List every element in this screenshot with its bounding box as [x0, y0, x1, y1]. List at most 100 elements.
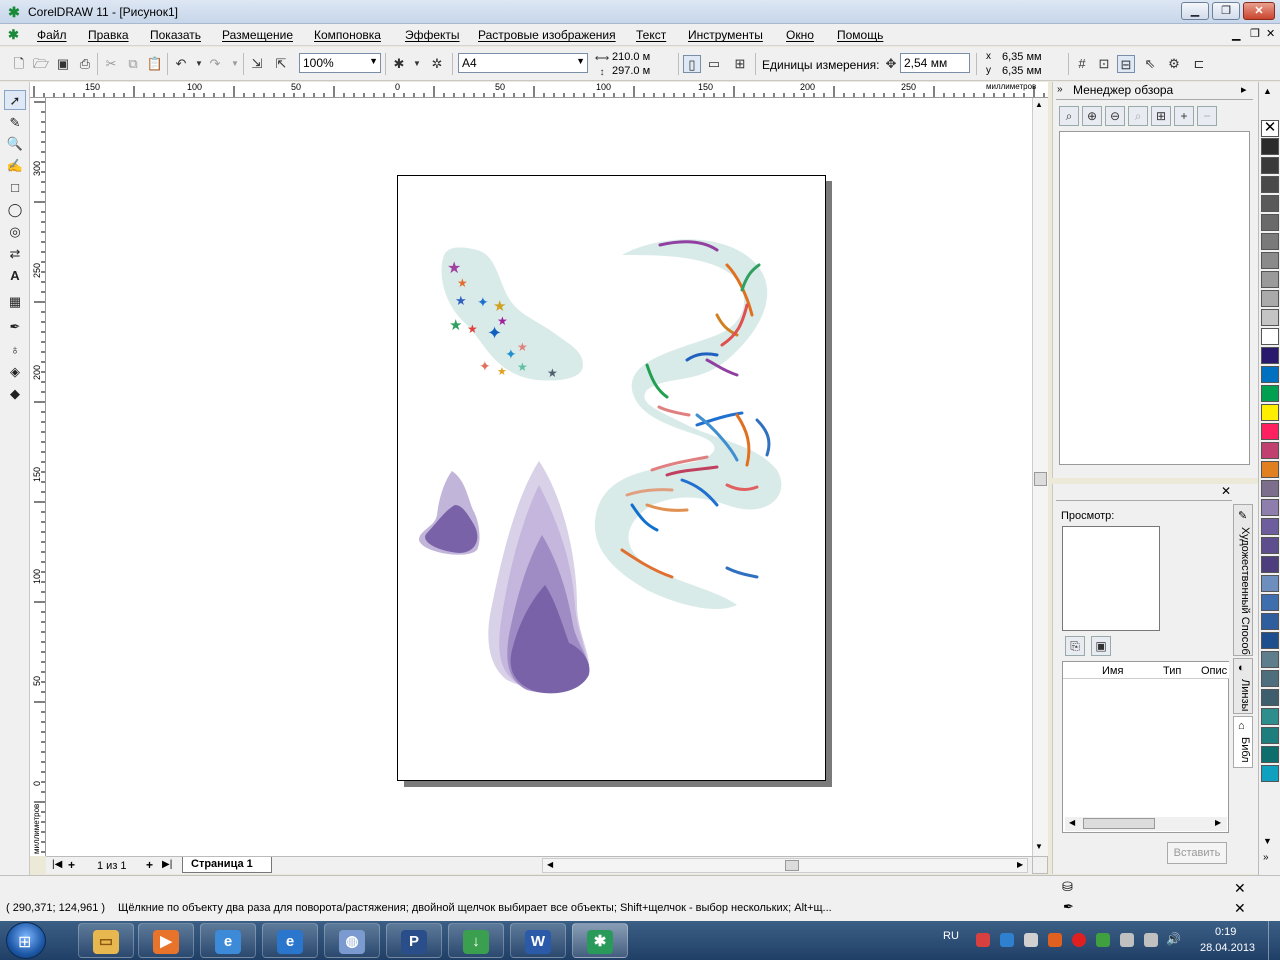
menu-bitmaps[interactable]: Растровые изображения: [478, 28, 616, 42]
docker-menu-icon[interactable]: ▸: [1241, 83, 1247, 96]
last-page-icon[interactable]: ▶|: [162, 859, 172, 870]
outline-tool-icon[interactable]: ♁: [4, 340, 26, 360]
color-swatch[interactable]: [1261, 613, 1279, 630]
paste-icon[interactable]: 📋: [146, 55, 164, 73]
interactive-blend-tool-icon[interactable]: ▦: [4, 292, 26, 312]
navigator-corner[interactable]: [1032, 856, 1048, 874]
spiral-tool-icon[interactable]: ◎: [4, 222, 26, 242]
horizontal-ruler[interactable]: 150 100 50 0 50 100 150 200 250 миллимет…: [30, 82, 1048, 98]
taskbar-shield-app[interactable]: P: [386, 923, 442, 958]
taskbar-internet-explorer-2[interactable]: e: [262, 923, 318, 958]
palette-scroll-down-icon[interactable]: ▼: [1263, 836, 1272, 846]
snake-brush-stroke[interactable]: [594, 239, 782, 610]
color-swatch[interactable]: [1261, 632, 1279, 649]
taskbar-internet-explorer[interactable]: e: [200, 923, 256, 958]
add-page-after-icon[interactable]: +: [146, 858, 153, 872]
scroll-right-icon[interactable]: ▶: [1215, 818, 1221, 827]
menu-file[interactable]: Файл: [37, 28, 67, 42]
ellipse-tool-icon[interactable]: ◯: [4, 200, 26, 220]
close-icon[interactable]: ✕: [1221, 484, 1231, 498]
no-fill-swatch[interactable]: ✕: [1261, 120, 1279, 137]
color-swatch[interactable]: [1261, 423, 1279, 440]
color-swatch[interactable]: [1261, 480, 1279, 497]
vertical-scroll-thumb[interactable]: [1034, 472, 1047, 486]
application-launcher-icon[interactable]: ✱: [390, 55, 408, 73]
stroke-list-scroll-thumb[interactable]: [1083, 818, 1155, 829]
taskbar-download-app[interactable]: ↓: [448, 923, 504, 958]
portrait-icon[interactable]: ▯: [683, 55, 701, 73]
save-icon[interactable]: ▣: [54, 55, 72, 73]
column-type[interactable]: Тип: [1163, 665, 1181, 677]
taskbar-coreldraw[interactable]: ✱: [572, 923, 628, 958]
color-swatch[interactable]: [1261, 689, 1279, 706]
view-list[interactable]: [1059, 131, 1250, 465]
color-swatch[interactable]: [1261, 404, 1279, 421]
treat-as-filled-icon[interactable]: ⇖: [1141, 55, 1159, 73]
restore-button[interactable]: ❐: [1212, 2, 1240, 20]
color-swatch[interactable]: [1261, 138, 1279, 155]
add-view-icon[interactable]: +: [1174, 106, 1194, 126]
stroke-list[interactable]: Имя Тип Опис ◀ ▶: [1062, 661, 1229, 833]
vertical-ruler[interactable]: 300 250 200 150 100 50 0 миллиметров: [30, 98, 46, 856]
tray-icon-3[interactable]: [1024, 933, 1038, 947]
first-page-icon[interactable]: |◀: [52, 859, 62, 870]
color-swatch[interactable]: [1261, 537, 1279, 554]
menu-view[interactable]: Показать: [150, 28, 201, 42]
color-swatch[interactable]: [1261, 157, 1279, 174]
zoom-in-icon[interactable]: ⊕: [1082, 106, 1102, 126]
fill-tool-icon[interactable]: ◈: [4, 362, 26, 382]
tray-icon-1[interactable]: [976, 933, 990, 947]
zoom-level-combo[interactable]: 100% ▼: [299, 53, 381, 73]
tab-page-1[interactable]: Страница 1: [182, 857, 272, 873]
color-swatch[interactable]: [1261, 252, 1279, 269]
menu-arrange[interactable]: Компоновка: [314, 28, 381, 42]
close-button[interactable]: ✕: [1243, 2, 1275, 20]
pick-tool-icon[interactable]: ➚: [4, 90, 26, 110]
show-desktop-button[interactable]: [1268, 921, 1280, 960]
menu-layout[interactable]: Размещение: [222, 28, 293, 42]
zoom-tool-icon[interactable]: 🔍: [4, 134, 26, 154]
scroll-down-icon[interactable]: ▼: [1035, 842, 1043, 851]
landscape-icon[interactable]: ▭: [705, 55, 723, 73]
rectangle-tool-icon[interactable]: □: [4, 178, 26, 198]
remove-view-icon[interactable]: −: [1197, 106, 1217, 126]
column-description[interactable]: Опис: [1201, 665, 1227, 677]
coreldraw-icon[interactable]: ✱: [6, 4, 22, 20]
open-icon[interactable]: 🗁: [32, 55, 50, 73]
snap-guidelines-icon[interactable]: ⊡: [1095, 55, 1113, 73]
color-swatch[interactable]: [1261, 575, 1279, 592]
paper-size-combo[interactable]: A4 ▼: [458, 53, 588, 73]
color-swatch[interactable]: [1261, 727, 1279, 744]
color-swatch[interactable]: [1261, 746, 1279, 763]
copy-icon[interactable]: ⧉: [124, 55, 142, 73]
scroll-right-icon[interactable]: ▶: [1017, 860, 1023, 869]
taskbar-globe-app[interactable]: ◍: [324, 923, 380, 958]
interactive-fill-tool-icon[interactable]: ◆: [4, 384, 26, 404]
taskbar-word[interactable]: W: [510, 923, 566, 958]
color-swatch[interactable]: [1261, 556, 1279, 573]
scroll-left-icon[interactable]: ◀: [1069, 818, 1075, 827]
drawing-canvas[interactable]: ★ ★ ★ ✦ ★ ★ ★ ★ ✦ ★ ✦ ✦ ★ ★ ★: [46, 98, 1032, 856]
palette-scroll-up-icon[interactable]: ▲: [1263, 86, 1272, 96]
taskbar-explorer[interactable]: ▭: [78, 923, 134, 958]
browse-icon[interactable]: ⎘: [1065, 636, 1085, 656]
docker-collapse-icon[interactable]: »: [1057, 84, 1063, 95]
color-swatch[interactable]: [1261, 328, 1279, 345]
color-swatch[interactable]: [1261, 670, 1279, 687]
scroll-left-icon[interactable]: ◀: [547, 860, 553, 869]
network-icon[interactable]: [1120, 933, 1134, 947]
tab-lens[interactable]: ◐ Линзы: [1233, 658, 1253, 714]
redo-dropdown-icon[interactable]: ▼: [226, 55, 244, 73]
insert-button[interactable]: Вставить: [1167, 842, 1227, 864]
add-page-before-icon[interactable]: +: [68, 858, 75, 872]
menu-window[interactable]: Окно: [786, 28, 814, 42]
language-indicator[interactable]: RU: [943, 930, 959, 942]
tray-icon-8[interactable]: [1144, 933, 1158, 947]
color-swatch[interactable]: [1261, 651, 1279, 668]
volume-icon[interactable]: 🔊: [1166, 932, 1181, 946]
menu-edit[interactable]: Правка: [88, 28, 129, 42]
color-swatch[interactable]: [1261, 176, 1279, 193]
duplicate-x-value[interactable]: 6,35 мм: [1002, 51, 1042, 63]
clock-time[interactable]: 0:19: [1215, 926, 1236, 938]
import-icon[interactable]: ⇲: [248, 55, 266, 73]
